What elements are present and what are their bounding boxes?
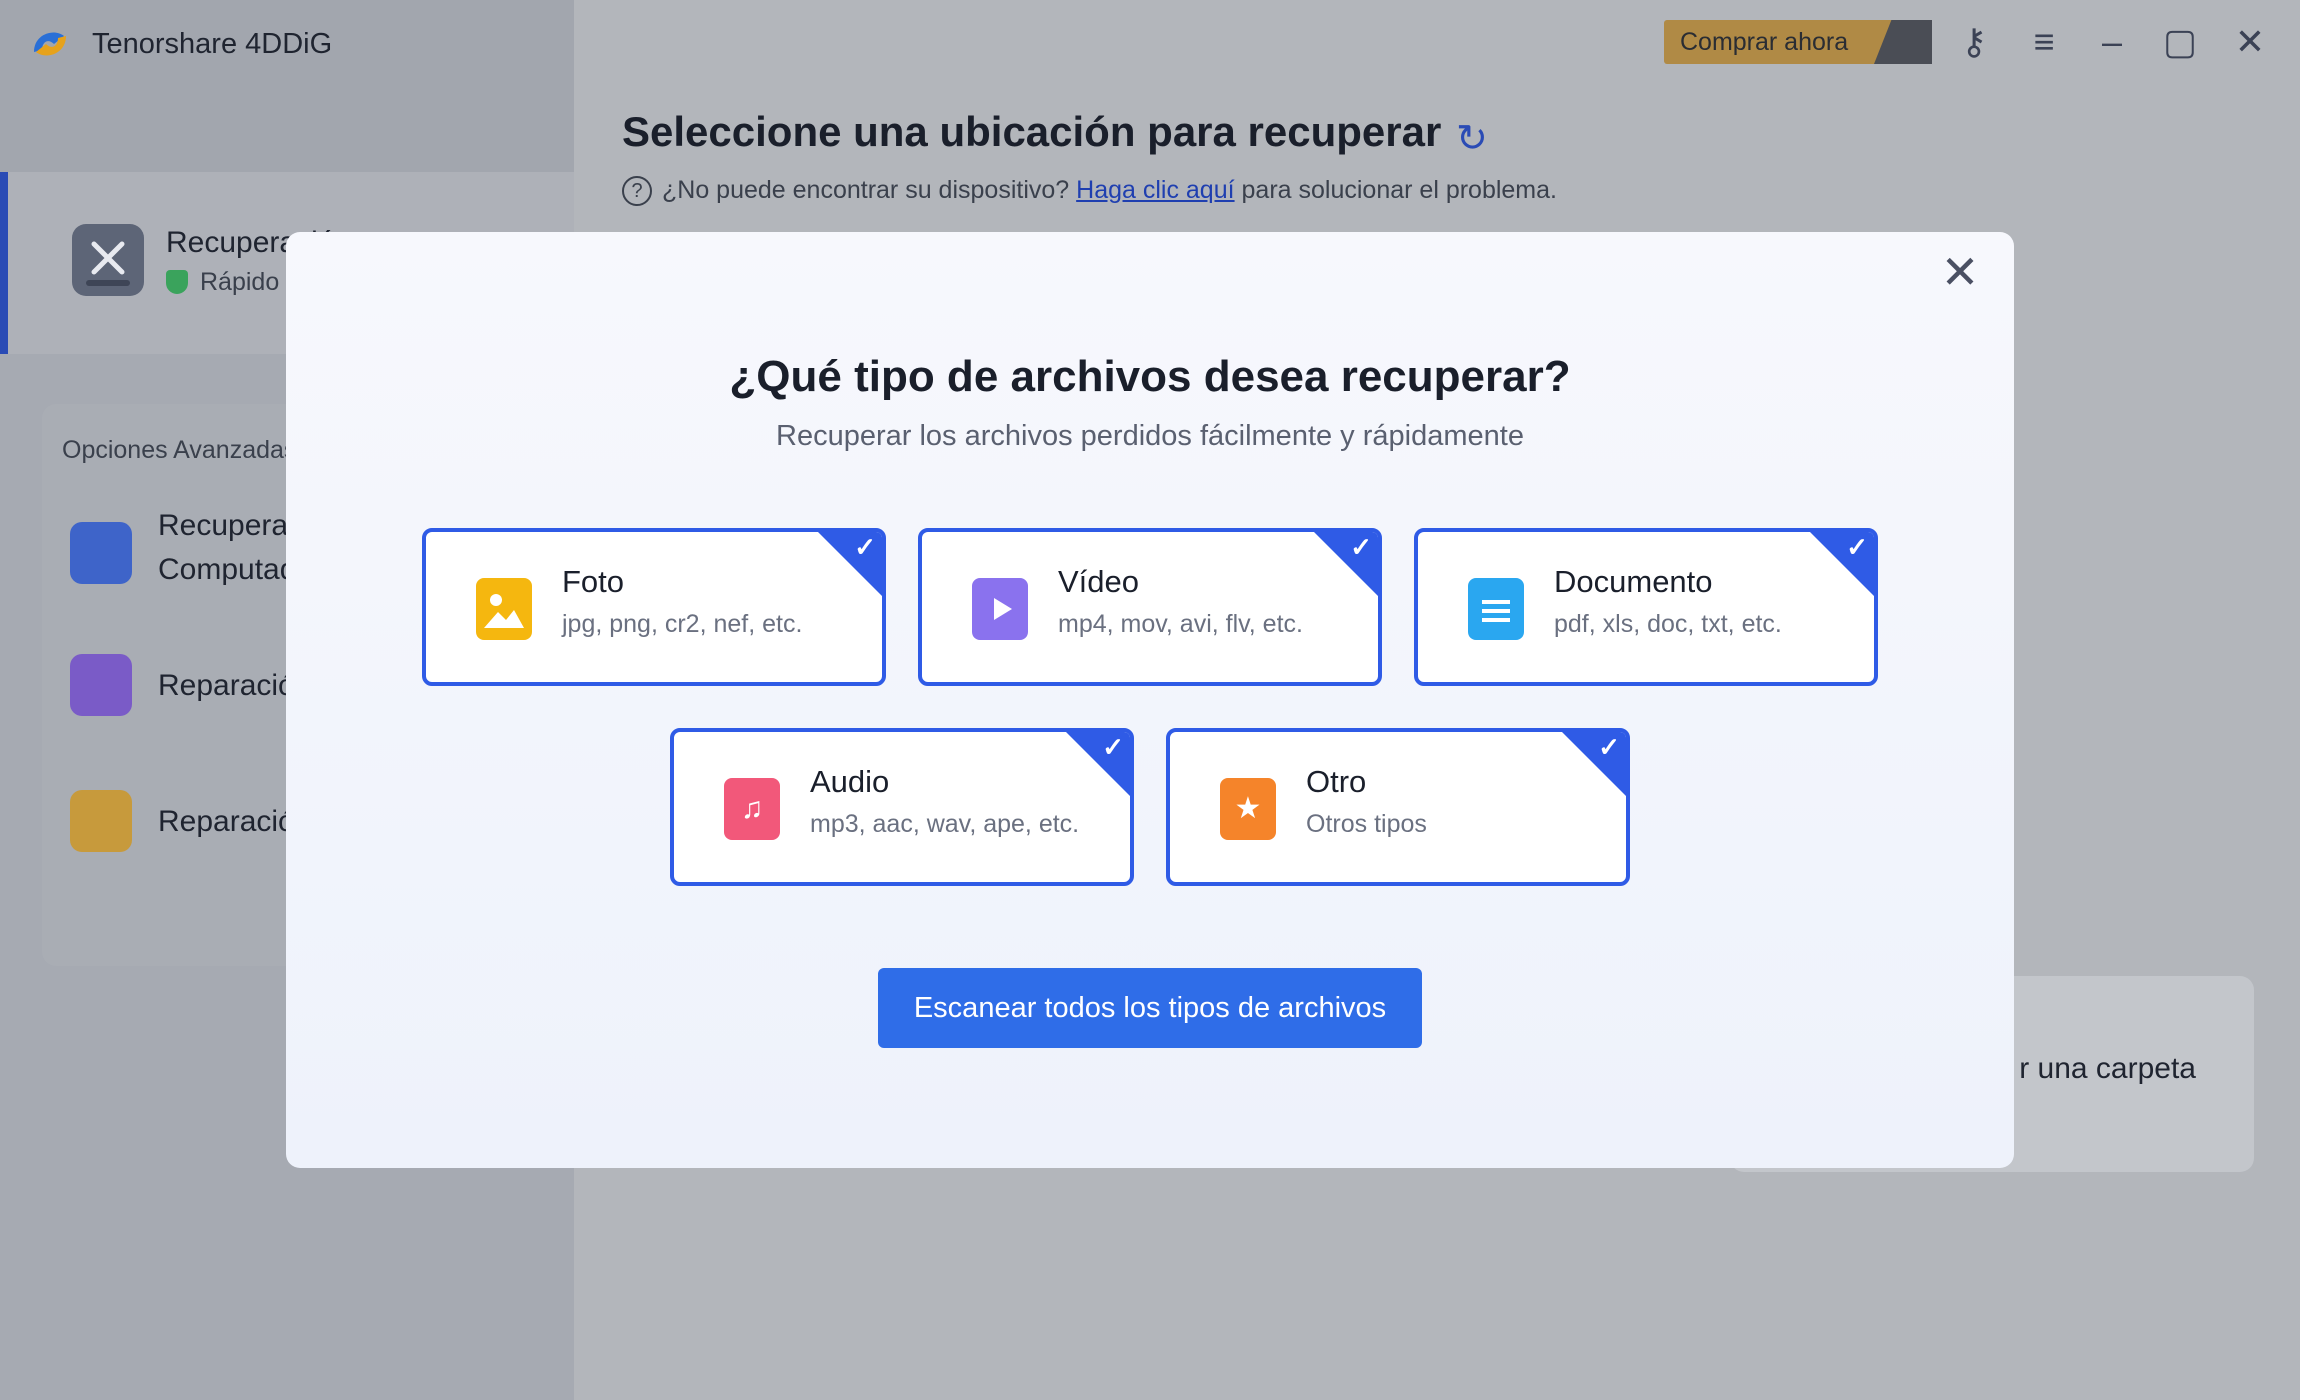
sidebar-item-sublabel: Rápido y xyxy=(200,268,299,296)
dialog-title: ¿Qué tipo de archivos desea recuperar? xyxy=(729,352,1571,401)
sidebar-item-label: Reparació xyxy=(158,805,295,838)
file-type-card-video[interactable]: ✓ Vídeo mp4, mov, avi, flv, etc. xyxy=(918,528,1382,686)
file-type-title: Otro xyxy=(1306,764,1367,799)
star-icon: ★ xyxy=(1220,778,1276,840)
file-type-dialog: ✕ ¿Qué tipo de archivos desea recuperar?… xyxy=(286,232,2014,1168)
dialog-subtitle: Recuperar los archivos perdidos fácilmen… xyxy=(776,420,1524,452)
buy-now-button[interactable]: Comprar ahora xyxy=(1664,20,1932,64)
music-icon: ♫ xyxy=(724,778,780,840)
file-type-desc: mp4, mov, avi, flv, etc. xyxy=(1058,610,1303,638)
file-type-desc: pdf, xls, doc, txt, etc. xyxy=(1554,610,1782,638)
help-link[interactable]: Haga clic aquí xyxy=(1076,176,1234,204)
file-type-desc: Otros tipos xyxy=(1306,810,1427,838)
select-folder-label: r una carpeta xyxy=(2019,1052,2196,1085)
computer-icon xyxy=(70,522,132,584)
sidebar-header: Tenorshare 4DDiG xyxy=(0,0,574,172)
image-icon xyxy=(476,578,532,640)
file-type-title: Audio xyxy=(810,764,890,799)
help-prefix: ¿No puede encontrar su dispositivo? xyxy=(662,176,1070,204)
file-type-desc: mp3, aac, wav, ape, etc. xyxy=(810,810,1080,838)
shield-check-icon xyxy=(166,270,188,294)
video-repair-icon xyxy=(70,790,132,852)
checkmark-icon: ✓ xyxy=(1312,532,1378,598)
checkmark-icon: ✓ xyxy=(1064,732,1130,798)
help-suffix: para solucionar el problema. xyxy=(1241,176,1557,204)
file-type-title: Documento xyxy=(1554,564,1713,599)
sidebar-item-label: Recuperar xyxy=(158,509,299,542)
page-title: Seleccione una ubicación para recuperar xyxy=(622,108,1442,155)
file-type-card-audio[interactable]: ✓ ♫ Audio mp3, aac, wav, ape, etc. xyxy=(670,728,1134,886)
refresh-icon[interactable]: ↻ xyxy=(1456,116,1488,161)
file-type-title: Vídeo xyxy=(1058,564,1140,599)
file-type-card-document[interactable]: ✓ Documento pdf, xls, doc, txt, etc. xyxy=(1414,528,1878,686)
advanced-options-title: Opciones Avanzadas xyxy=(62,436,297,464)
checkmark-icon: ✓ xyxy=(1808,532,1874,598)
sidebar-item-label: Computad xyxy=(158,553,297,586)
file-type-title: Foto xyxy=(562,564,625,599)
diamond-icon xyxy=(1874,20,1932,64)
file-type-card-other[interactable]: ✓ ★ Otro Otros tipos xyxy=(1166,728,1630,886)
scan-all-button[interactable]: Escanear todos los tipos de archivos xyxy=(878,968,1422,1048)
app-title: Tenorshare 4DDiG xyxy=(92,28,333,60)
question-icon: ? xyxy=(622,176,652,207)
menu-icon[interactable]: ≡ xyxy=(2022,20,2066,64)
maximize-icon[interactable]: ▢ xyxy=(2158,20,2202,64)
app-logo-icon xyxy=(34,32,66,56)
drive-tools-icon xyxy=(72,224,144,296)
key-icon[interactable]: ⚷ xyxy=(1952,20,1996,64)
sidebar-item-label: Reparació xyxy=(158,669,295,702)
checkmark-icon: ✓ xyxy=(1560,732,1626,798)
dialog-close-icon[interactable]: ✕ xyxy=(1932,244,1988,300)
checkmark-icon: ✓ xyxy=(816,532,882,598)
close-window-icon[interactable]: ✕ xyxy=(2228,20,2272,64)
help-line: ? ¿No puede encontrar su dispositivo? Hag… xyxy=(622,176,1557,207)
file-type-desc: jpg, png, cr2, nef, etc. xyxy=(562,610,803,638)
minimize-icon[interactable]: – xyxy=(2090,20,2134,64)
document-icon xyxy=(1468,578,1524,640)
file-type-card-photo[interactable]: ✓ Foto jpg, png, cr2, nef, etc. xyxy=(422,528,886,686)
video-icon xyxy=(972,578,1028,640)
buy-now-label: Comprar ahora xyxy=(1680,28,1849,56)
photo-repair-icon xyxy=(70,654,132,716)
